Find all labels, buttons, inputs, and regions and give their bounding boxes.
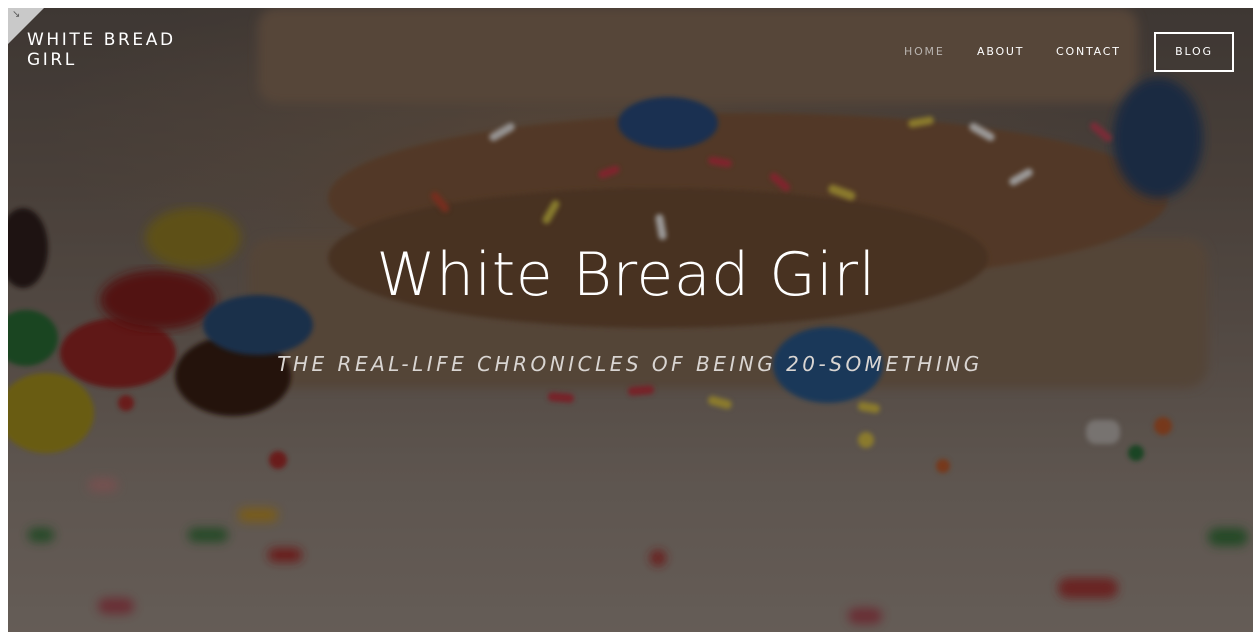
nav-home-link[interactable]: HOME (904, 44, 945, 60)
resize-arrow-icon[interactable]: ↘ (12, 10, 20, 20)
hero-banner (8, 8, 1253, 632)
page: ↘ WHITE BREAD GIRL HOME ABOUT CONTACT BL… (0, 0, 1253, 632)
nav-blog-button[interactable]: BLOG (1154, 32, 1234, 72)
hero-title: White Bread Girl (376, 240, 876, 310)
site-logo[interactable]: WHITE BREAD GIRL (27, 30, 227, 70)
hero-subtitle: THE REAL-LIFE CHRONICLES OF BEING 20-SOM… (277, 352, 983, 376)
hero-overlay (8, 8, 1253, 632)
nav-contact-link[interactable]: CONTACT (1056, 44, 1121, 60)
nav-about-link[interactable]: ABOUT (977, 44, 1024, 60)
